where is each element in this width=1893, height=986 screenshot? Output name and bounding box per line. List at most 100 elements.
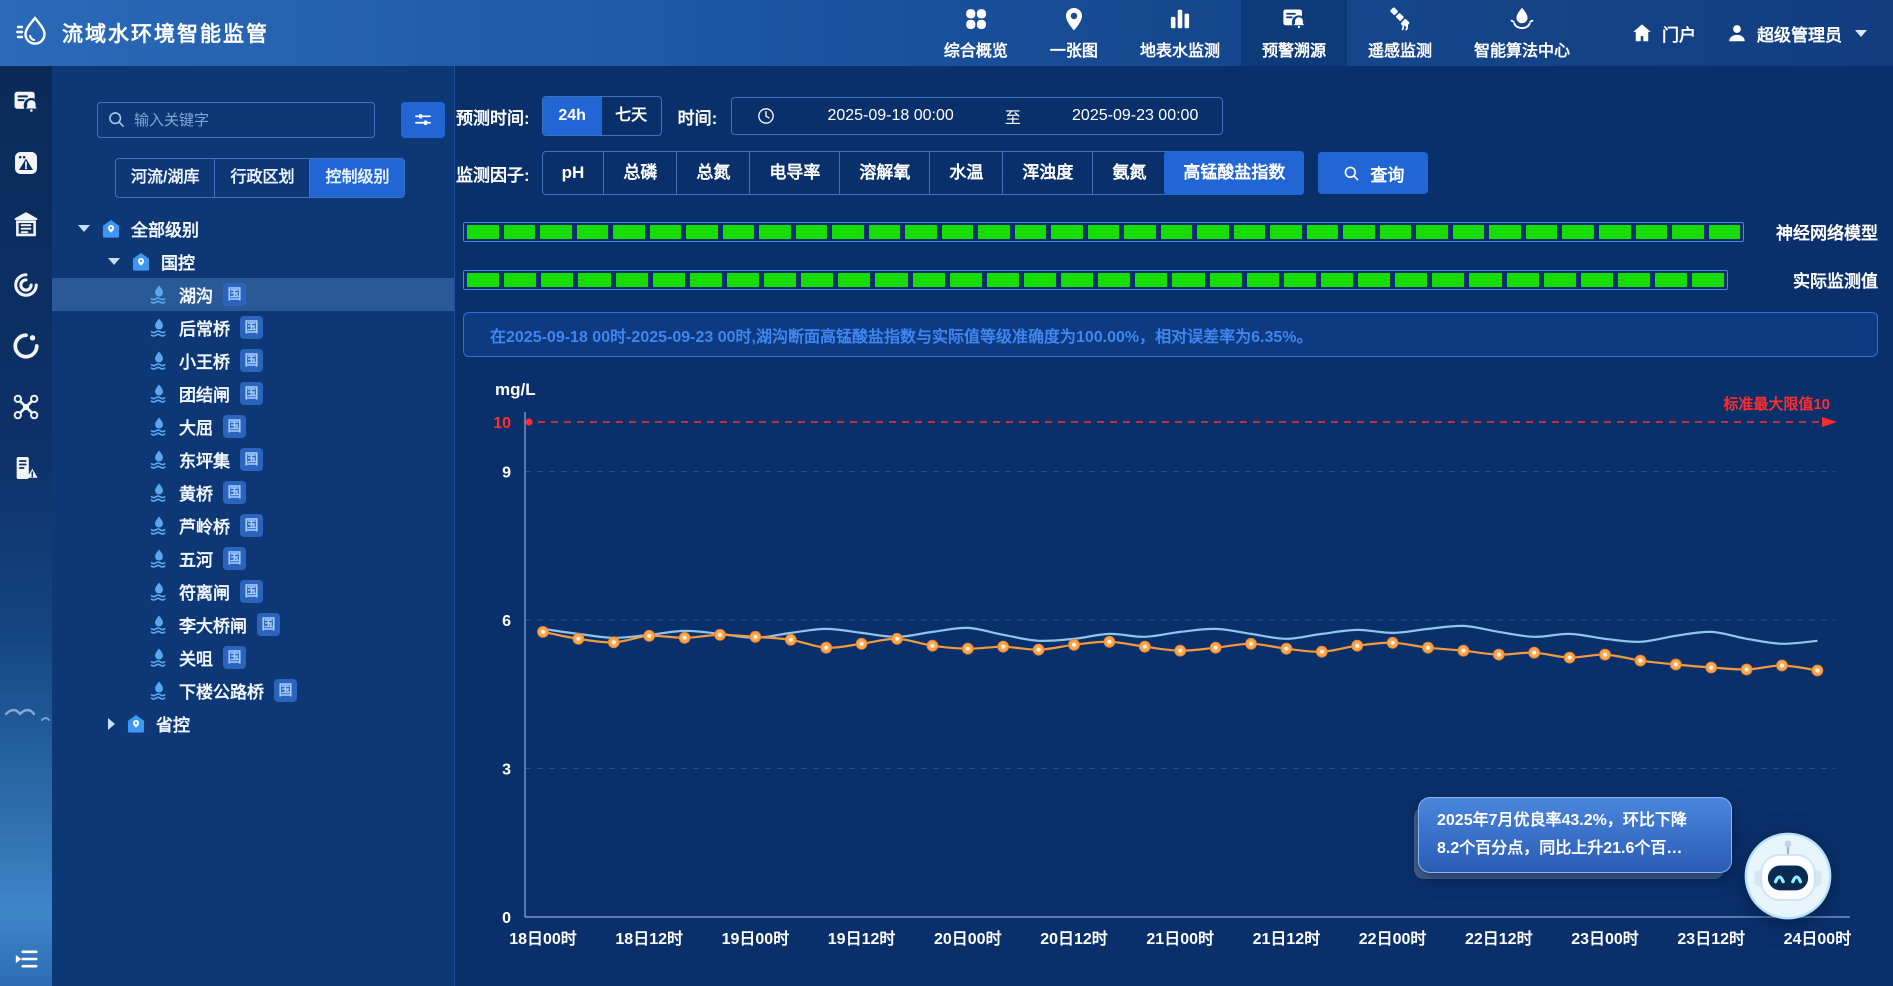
- map-pin-icon: [1061, 6, 1087, 32]
- accuracy-segment: [869, 225, 901, 239]
- alert-bell-icon: [1281, 6, 1307, 32]
- accuracy-segment: [838, 273, 870, 287]
- main-content: 预测时间: 24h七天 时间: 2025-09-18 00:00 至 2025-…: [455, 66, 1893, 986]
- rail-button-2[interactable]: [12, 210, 40, 238]
- factor-option-5[interactable]: 水温: [929, 152, 1002, 194]
- accuracy-segment: [1234, 225, 1266, 239]
- factor-option-2[interactable]: 总氮: [676, 152, 749, 194]
- time-start-value: 2025-09-18 00:00: [827, 107, 953, 125]
- tree-tab-0[interactable]: 河流/湖库: [116, 159, 214, 197]
- tree-group-row[interactable]: 国控: [52, 245, 454, 278]
- accuracy-segment: [1358, 273, 1390, 287]
- prediction-chart: mg/L 036910标准最大限值1018日00时18日12时19日00时19日…: [455, 366, 1893, 986]
- accuracy-segment: [1172, 273, 1204, 287]
- nav-item-2[interactable]: 地表水监测: [1119, 0, 1241, 66]
- factor-option-1[interactable]: 总磷: [603, 152, 676, 194]
- tree-station-1[interactable]: 后常桥国: [52, 311, 454, 344]
- accuracy-segment: [1709, 225, 1741, 239]
- nav-item-4[interactable]: 遥感监测: [1347, 0, 1453, 66]
- caret-right-icon: [108, 718, 115, 730]
- accuracy-segment: [1161, 225, 1193, 239]
- tree-station-8[interactable]: 五河国: [52, 542, 454, 575]
- accuracy-segment: [1088, 225, 1120, 239]
- nav-item-label: 地表水监测: [1140, 37, 1220, 61]
- tree-station-3[interactable]: 团结闸国: [52, 377, 454, 410]
- accuracy-segment: [1135, 273, 1167, 287]
- factor-options: pH总磷总氮电导率溶解氧水温浑浊度氨氮高锰酸盐指数: [542, 151, 1305, 195]
- rail-button-1[interactable]: [12, 149, 40, 177]
- national-badge: 国: [240, 316, 263, 339]
- tree-station-5[interactable]: 东坪集国: [52, 443, 454, 476]
- user-icon: [1726, 22, 1748, 44]
- keyword-search-input[interactable]: [97, 102, 375, 138]
- satellite-icon: [1387, 6, 1413, 32]
- station-name: 后常桥: [179, 315, 230, 340]
- rail-button-3[interactable]: [12, 271, 40, 299]
- rail-button-0[interactable]: [12, 88, 40, 116]
- tree-station-2[interactable]: 小王桥国: [52, 344, 454, 377]
- factor-option-3[interactable]: 电导率: [749, 152, 839, 194]
- svg-text:22日12时: 22日12时: [1465, 930, 1533, 948]
- water-drop-waves-icon: [148, 482, 170, 504]
- nav-item-label: 智能算法中心: [1474, 37, 1570, 61]
- tree-station-6[interactable]: 黄桥国: [52, 476, 454, 509]
- predict-option-0[interactable]: 24h: [543, 97, 602, 135]
- factor-option-0[interactable]: pH: [543, 152, 604, 194]
- drone-icon: [12, 393, 40, 421]
- tree-station-7[interactable]: 芦岭桥国: [52, 509, 454, 542]
- rail-button-4[interactable]: [12, 332, 40, 360]
- tree-station-4[interactable]: 大屈国: [52, 410, 454, 443]
- rail-button-6[interactable]: [12, 454, 40, 482]
- accuracy-segment: [1124, 225, 1156, 239]
- query-button[interactable]: 查询: [1318, 152, 1428, 194]
- water-drop-waves-icon: [148, 680, 170, 702]
- accuracy-segment: [1526, 225, 1558, 239]
- tree-group-label: 国控: [161, 249, 195, 274]
- tree-tab-1[interactable]: 行政区划: [214, 159, 309, 197]
- nav-item-0[interactable]: 综合概览: [923, 0, 1029, 66]
- station-name: 关咀: [179, 645, 213, 670]
- factor-option-6[interactable]: 浑浊度: [1002, 152, 1092, 194]
- tree-root-row[interactable]: 全部级别: [52, 212, 454, 245]
- station-name: 五河: [179, 546, 213, 571]
- tree-station-12[interactable]: 下楼公路桥国: [52, 674, 454, 707]
- user-menu[interactable]: 超级管理员: [1726, 21, 1867, 46]
- nav-item-5[interactable]: 智能算法中心: [1453, 0, 1591, 66]
- accuracy-segment: [504, 225, 536, 239]
- factor-option-8[interactable]: 高锰酸盐指数: [1164, 151, 1304, 195]
- collapse-menu-button[interactable]: [13, 946, 39, 972]
- tree-station-9[interactable]: 符离闸国: [52, 575, 454, 608]
- tree-station-10[interactable]: 李大桥闸国: [52, 608, 454, 641]
- tree-tab-2[interactable]: 控制级别: [309, 159, 404, 197]
- rail-button-5[interactable]: [12, 393, 40, 421]
- predict-option-1[interactable]: 七天: [602, 97, 661, 135]
- server-alert-icon: [12, 454, 40, 482]
- accuracy-segment: [541, 273, 573, 287]
- time-separator: 至: [1005, 104, 1021, 128]
- accuracy-segment: [1197, 225, 1229, 239]
- nav-item-3[interactable]: 预警溯源: [1241, 0, 1347, 66]
- search-box: [97, 102, 375, 138]
- icon-rail: [0, 66, 52, 986]
- accuracy-segment: [950, 273, 982, 287]
- robot-assistant-icon[interactable]: [1742, 830, 1834, 922]
- time-range-picker[interactable]: 2025-09-18 00:00 至 2025-09-23 00:00: [731, 97, 1223, 135]
- filter-button[interactable]: [401, 102, 445, 138]
- archive-icon: [12, 210, 40, 238]
- accuracy-segment: [1051, 225, 1083, 239]
- tree-station-11[interactable]: 关咀国: [52, 641, 454, 674]
- nav-item-1[interactable]: 一张图: [1029, 0, 1119, 66]
- tree-station-0[interactable]: 湖沟国: [52, 278, 454, 311]
- svg-text:19日12时: 19日12时: [828, 930, 896, 948]
- national-badge: 国: [223, 646, 246, 669]
- image-warning-icon: [12, 149, 40, 177]
- factor-option-4[interactable]: 溶解氧: [839, 152, 929, 194]
- tree-collapsed-group-row[interactable]: 省控: [52, 707, 454, 740]
- factor-option-7[interactable]: 氨氮: [1092, 152, 1165, 194]
- tree-mode-tabs: 河流/湖库行政区划控制级别: [115, 158, 405, 198]
- portal-link[interactable]: 门户: [1631, 21, 1696, 46]
- water-drop-waves-icon: [148, 449, 170, 471]
- home-badge-icon: [100, 218, 122, 240]
- national-badge: 国: [223, 415, 246, 438]
- svg-text:6: 6: [502, 613, 511, 630]
